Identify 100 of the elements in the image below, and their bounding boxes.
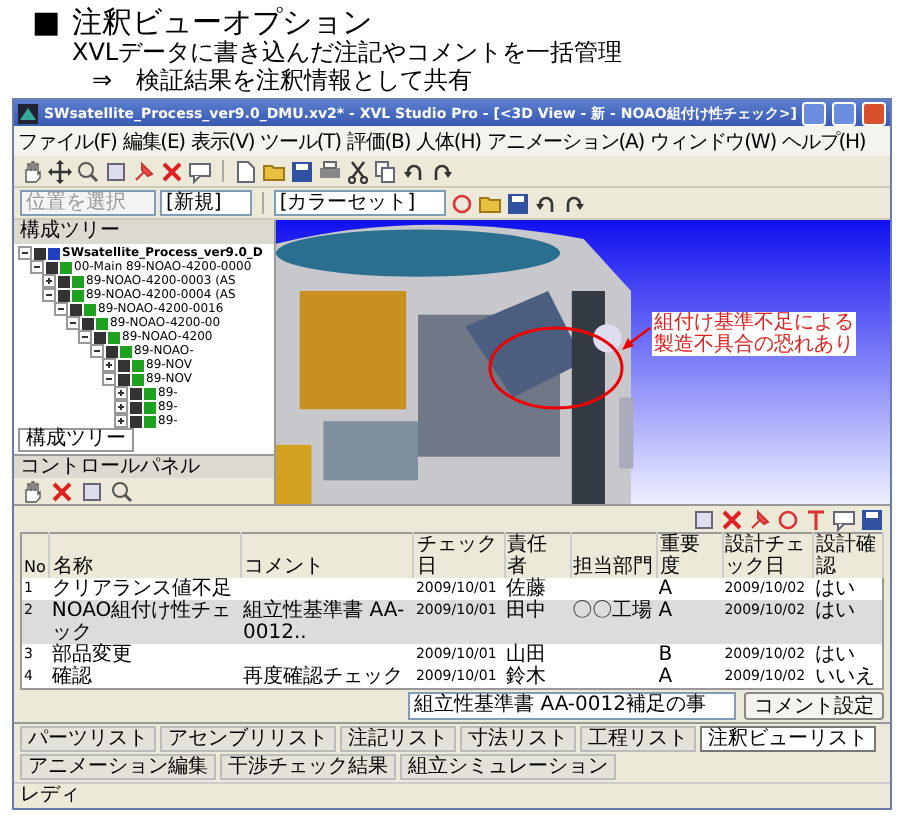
minimize-button[interactable] bbox=[802, 101, 827, 125]
comment-settings-button[interactable]: コメント設定 bbox=[744, 692, 884, 720]
list-tab[interactable]: 干渉チェック結果 bbox=[220, 754, 396, 780]
box-icon[interactable] bbox=[80, 480, 104, 504]
column-header[interactable]: 担当部門 bbox=[570, 533, 657, 578]
redo-icon[interactable] bbox=[561, 191, 586, 215]
table-cell: はい bbox=[812, 644, 883, 666]
comment-icon[interactable] bbox=[832, 508, 856, 532]
expander-icon[interactable] bbox=[54, 302, 68, 316]
view-combo[interactable]: [新規] bbox=[160, 190, 252, 216]
expander-icon[interactable] bbox=[42, 288, 56, 302]
list-tab[interactable]: 寸法リスト bbox=[460, 726, 576, 752]
column-header[interactable]: 設計チェック日 bbox=[722, 533, 813, 578]
redo-icon[interactable] bbox=[430, 159, 454, 183]
delete-icon[interactable] bbox=[50, 480, 74, 504]
table-cell: B bbox=[656, 644, 723, 666]
column-header[interactable]: 重要度 bbox=[656, 533, 723, 578]
cut-icon[interactable] bbox=[346, 159, 370, 183]
column-header[interactable]: No bbox=[21, 533, 50, 578]
checkbox[interactable] bbox=[46, 261, 58, 273]
undo-icon[interactable] bbox=[533, 191, 558, 215]
status-text: レディ bbox=[14, 782, 890, 806]
expander-icon[interactable] bbox=[114, 414, 128, 428]
checkbox[interactable] bbox=[130, 387, 142, 399]
checkbox[interactable] bbox=[118, 359, 130, 371]
print-icon[interactable] bbox=[318, 159, 342, 183]
list-tab[interactable]: 工程リスト bbox=[580, 726, 696, 752]
folder-icon[interactable] bbox=[477, 191, 502, 215]
column-header[interactable]: コメント bbox=[241, 533, 414, 578]
checkbox[interactable] bbox=[58, 289, 70, 301]
column-header[interactable]: 責任者 bbox=[504, 533, 571, 578]
menu-item[interactable]: 表示(V) bbox=[190, 127, 255, 155]
maximize-button[interactable] bbox=[832, 101, 857, 125]
column-header[interactable]: チェック日 bbox=[413, 533, 505, 578]
checkbox[interactable] bbox=[94, 331, 106, 343]
circle-icon[interactable] bbox=[776, 508, 800, 532]
color-set-combo[interactable]: [カラーセット] bbox=[273, 190, 446, 216]
panel-tab[interactable]: 構成ツリー bbox=[18, 428, 134, 452]
checkbox[interactable] bbox=[34, 247, 46, 259]
comment-combo[interactable]: 組立性基準書 AA-0012補足の事 bbox=[408, 692, 736, 720]
circle-icon[interactable] bbox=[449, 191, 474, 215]
menu-item[interactable]: 編集(E) bbox=[122, 127, 185, 155]
table-cell: はい bbox=[812, 600, 883, 644]
close-button[interactable] bbox=[862, 101, 887, 125]
list-tab[interactable]: 組立シミュレーション bbox=[400, 754, 616, 780]
text-icon[interactable] bbox=[804, 508, 828, 532]
expander-icon[interactable] bbox=[102, 372, 116, 386]
checkbox[interactable] bbox=[58, 275, 70, 287]
checkbox[interactable] bbox=[82, 317, 94, 329]
list-tab[interactable]: 注記リスト bbox=[340, 726, 456, 752]
expander-icon[interactable] bbox=[114, 386, 128, 400]
expander-icon[interactable] bbox=[18, 246, 32, 260]
pin-icon[interactable] bbox=[748, 508, 772, 532]
expander-icon[interactable] bbox=[102, 358, 116, 372]
zoom-icon[interactable] bbox=[76, 159, 100, 183]
checkbox[interactable] bbox=[70, 303, 82, 315]
menu-item[interactable]: ウィンドウ(W) bbox=[650, 127, 776, 155]
menu-item[interactable]: ファイル(F) bbox=[18, 127, 117, 155]
annotation-arrow bbox=[620, 324, 652, 352]
checkbox[interactable] bbox=[130, 401, 142, 413]
save-icon[interactable] bbox=[860, 508, 884, 532]
column-header[interactable]: 設計確認 bbox=[812, 533, 883, 578]
comment-icon[interactable] bbox=[188, 159, 212, 183]
zoom-icon[interactable] bbox=[110, 480, 134, 504]
table-cell: NOAO組付け性チェック bbox=[49, 600, 242, 644]
checkbox[interactable] bbox=[130, 415, 142, 427]
table-cell: 〇〇工場 bbox=[570, 600, 657, 644]
pin-icon[interactable] bbox=[132, 159, 156, 183]
menu-item[interactable]: 人体(H) bbox=[416, 127, 481, 155]
hand-icon[interactable] bbox=[20, 480, 44, 504]
panel-title: 構成ツリー bbox=[14, 220, 274, 244]
delete-icon[interactable] bbox=[160, 159, 184, 183]
save-icon[interactable] bbox=[290, 159, 314, 183]
menu-item[interactable]: 評価(B) bbox=[346, 127, 411, 155]
expander-icon[interactable] bbox=[90, 344, 104, 358]
column-header[interactable]: 名称 bbox=[49, 533, 242, 578]
box-icon[interactable] bbox=[692, 508, 716, 532]
list-tab[interactable]: 注釈ビューリスト bbox=[700, 726, 876, 752]
undo-icon[interactable] bbox=[402, 159, 426, 183]
expander-icon[interactable] bbox=[66, 316, 80, 330]
list-tab[interactable]: アニメーション編集 bbox=[20, 754, 216, 780]
box-icon[interactable] bbox=[104, 159, 128, 183]
menu-item[interactable]: ツール(T) bbox=[260, 127, 341, 155]
list-tab[interactable]: アセンブリリスト bbox=[160, 726, 336, 752]
menu-item[interactable]: ヘルプ(H) bbox=[782, 127, 866, 155]
table-cell: A bbox=[656, 600, 723, 644]
move-icon[interactable] bbox=[48, 159, 72, 183]
checkbox[interactable] bbox=[106, 345, 118, 357]
expander-icon[interactable] bbox=[30, 260, 44, 274]
expander-icon[interactable] bbox=[42, 274, 56, 288]
expander-icon[interactable] bbox=[114, 400, 128, 414]
checkbox[interactable] bbox=[118, 373, 130, 385]
expander-icon[interactable] bbox=[78, 330, 92, 344]
copy-icon[interactable] bbox=[374, 159, 398, 183]
menu-item[interactable]: アニメーション(A) bbox=[486, 127, 645, 155]
panel-title: コントロールパネル bbox=[14, 456, 274, 478]
save-icon[interactable] bbox=[505, 191, 530, 215]
list-tab[interactable]: パーツリスト bbox=[20, 726, 156, 752]
hand-icon[interactable] bbox=[20, 159, 44, 183]
delete-icon[interactable] bbox=[720, 508, 744, 532]
